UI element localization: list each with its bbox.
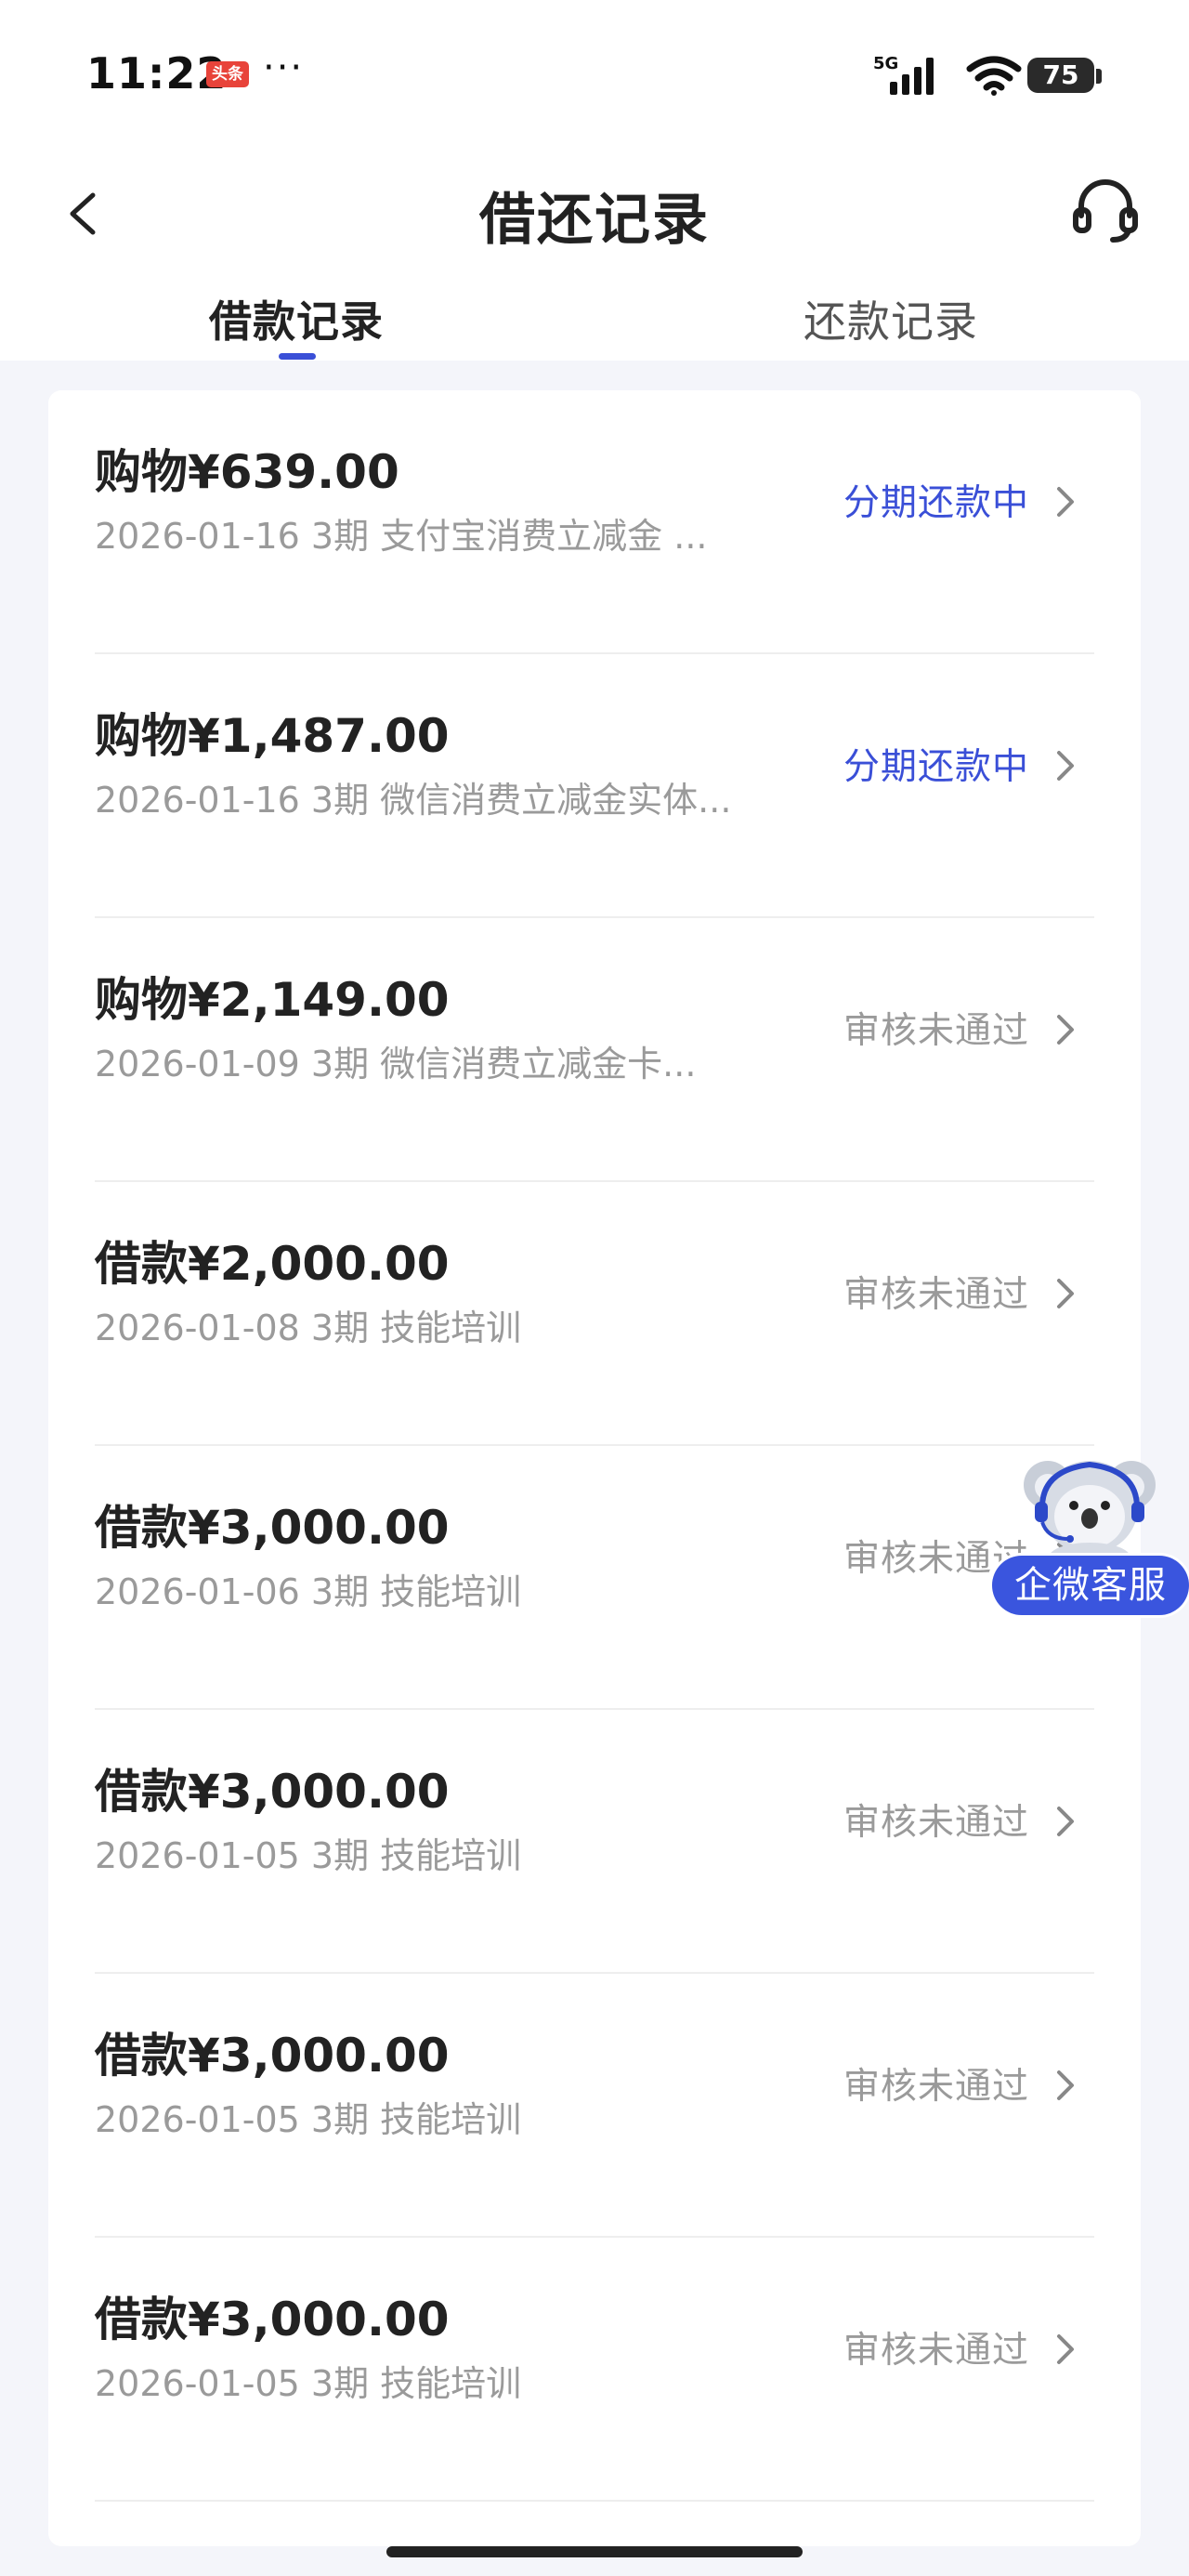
- record-status: 审核未通过: [843, 1274, 1029, 1316]
- record-subtitle: 2026-01-16 3期 微信消费立减金实体...: [95, 780, 732, 821]
- headset-icon[interactable]: [1068, 173, 1143, 247]
- record-subtitle: 2026-01-06 3期 技能培训: [95, 1571, 522, 1612]
- record-subtitle: 2026-01-05 3期 技能培训: [95, 2099, 522, 2140]
- signal-5g-icon: 5G: [873, 54, 934, 95]
- record-item[interactable]: 借款¥3,000.00 2026-01-06 3期 技能培训 审核未通过: [48, 1446, 1141, 1710]
- record-item[interactable]: 借款¥3,000.00 2026-01-05 3期 技能培训 审核未通过: [48, 1710, 1141, 1974]
- news-app-icon: 头条: [206, 61, 249, 87]
- record-status: 审核未通过: [843, 1802, 1029, 1844]
- record-item[interactable]: 借款¥3,000.00 2026-01-05 3期 技能培训 审核未通过: [48, 2238, 1141, 2502]
- divider: [95, 2500, 1094, 2502]
- record-item[interactable]: 购物¥639.00 2026-01-16 3期 支付宝消费立减金 ... 分期还…: [48, 390, 1141, 654]
- active-tab-indicator: [279, 353, 316, 360]
- record-title: 借款¥2,000.00: [95, 1237, 450, 1291]
- records-list: 购物¥639.00 2026-01-16 3期 支付宝消费立减金 ... 分期还…: [48, 390, 1141, 2546]
- record-subtitle: 2026-01-05 3期 技能培训: [95, 2363, 522, 2404]
- koala-avatar-icon: [1024, 1461, 1156, 1571]
- status-bar: 11:22 头条 ··· 5G 75: [0, 0, 1189, 149]
- more-notifications-icon: ···: [263, 46, 305, 89]
- chevron-right-icon: [1057, 1807, 1074, 1836]
- record-title: 借款¥3,000.00: [95, 2293, 450, 2346]
- record-title: 借款¥3,000.00: [95, 1765, 450, 1819]
- home-indicator[interactable]: [386, 2546, 803, 2557]
- record-tabs: 借款记录 还款记录: [0, 279, 1189, 361]
- wecom-service-button[interactable]: 企微客服: [992, 1450, 1189, 1617]
- chevron-right-icon: [1057, 2070, 1074, 2100]
- battery-cap: [1096, 69, 1102, 84]
- record-title: 借款¥3,000.00: [95, 1501, 450, 1555]
- record-item[interactable]: 借款¥3,000.00 2026-01-05 3期 技能培训 审核未通过: [48, 1974, 1141, 2238]
- chevron-right-icon: [1057, 1015, 1074, 1045]
- record-status: 审核未通过: [843, 1010, 1029, 1052]
- record-status: 分期还款中: [843, 746, 1029, 788]
- wifi-icon: [966, 56, 1022, 96]
- network-label: 5G: [873, 54, 898, 73]
- record-title: 购物¥1,487.00: [95, 709, 450, 763]
- record-item[interactable]: 借款¥2,000.00 2026-01-08 3期 技能培训 审核未通过: [48, 1182, 1141, 1446]
- record-title: 购物¥639.00: [95, 445, 399, 499]
- chevron-right-icon: [1057, 2334, 1074, 2364]
- page-header: 借还记录: [0, 149, 1189, 279]
- tab-borrow-records[interactable]: 借款记录: [209, 288, 384, 349]
- record-title: 购物¥2,149.00: [95, 973, 450, 1027]
- record-subtitle: 2026-01-08 3期 技能培训: [95, 1308, 522, 1348]
- wecom-service-label: 企微客服: [992, 1556, 1189, 1615]
- record-item[interactable]: 购物¥1,487.00 2026-01-16 3期 微信消费立减金实体... 分…: [48, 654, 1141, 918]
- chevron-right-icon: [1057, 1279, 1074, 1308]
- chevron-right-icon: [1057, 751, 1074, 781]
- record-subtitle: 2026-01-16 3期 支付宝消费立减金 ...: [95, 516, 708, 557]
- battery-indicator: 75: [1027, 58, 1094, 93]
- record-subtitle: 2026-01-09 3期 微信消费立减金卡...: [95, 1044, 697, 1084]
- record-subtitle: 2026-01-05 3期 技能培训: [95, 1835, 522, 1876]
- record-status: 分期还款中: [843, 482, 1029, 524]
- record-item[interactable]: 购物¥2,149.00 2026-01-09 3期 微信消费立减金卡... 审核…: [48, 918, 1141, 1182]
- chevron-right-icon: [1057, 487, 1074, 517]
- record-status: 审核未通过: [843, 2066, 1029, 2108]
- record-status: 审核未通过: [843, 2330, 1029, 2372]
- tab-repay-records[interactable]: 还款记录: [804, 288, 978, 349]
- record-title: 借款¥3,000.00: [95, 2029, 450, 2083]
- page-title: 借还记录: [479, 188, 710, 253]
